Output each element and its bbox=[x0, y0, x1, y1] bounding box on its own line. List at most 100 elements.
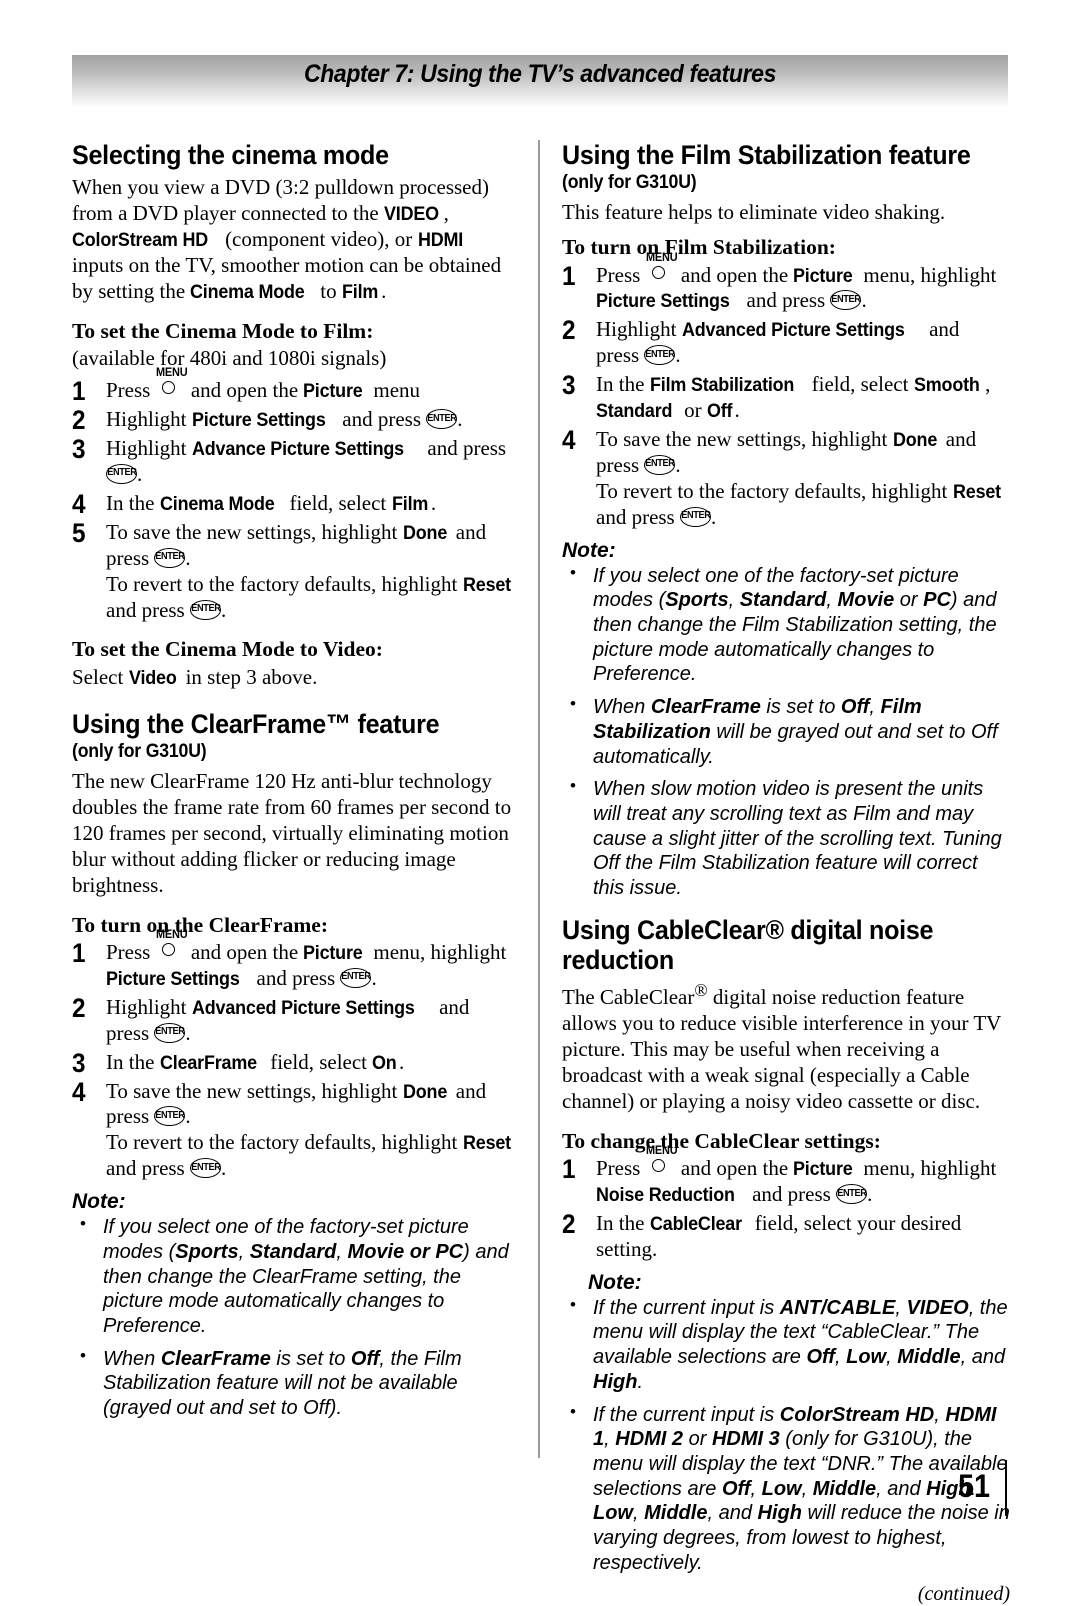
cinema-mode-video-line: Select Video in step 3 above. bbox=[72, 665, 522, 691]
step-text: field, select bbox=[264, 1049, 373, 1074]
menu-icon-circle bbox=[651, 1159, 665, 1173]
step-text: Highlight bbox=[596, 317, 682, 342]
step-number: 2 bbox=[72, 992, 86, 1023]
notes-cableclear: If the current input is ANT/CABLE, VIDEO… bbox=[562, 1295, 1010, 1576]
step-text: and press bbox=[106, 597, 185, 622]
chapter-title: Chapter 7: Using the TV’s advanced featu… bbox=[303, 60, 777, 88]
term-off: Off bbox=[350, 1347, 380, 1370]
steps-clearframe: 1 Press MENU and open the Picture menu, h… bbox=[72, 929, 522, 1182]
step-text: In the bbox=[106, 490, 160, 515]
step-text: In the bbox=[596, 1210, 650, 1235]
term-cableclear: CableClear bbox=[649, 1212, 742, 1235]
body-text: in step 3 above. bbox=[180, 664, 318, 689]
note-text: , bbox=[336, 1240, 348, 1263]
step-text: Press bbox=[106, 378, 151, 403]
term-cinema-mode: Cinema Mode bbox=[159, 492, 275, 515]
enter-icon[interactable]: ENTER bbox=[189, 1158, 221, 1179]
page-number-rule bbox=[1005, 1460, 1007, 1516]
note-text: If the current input is bbox=[593, 1296, 780, 1319]
term-low: Low bbox=[846, 1346, 887, 1369]
term-hdmi-3: HDMI 3 bbox=[711, 1428, 780, 1451]
step-text: . bbox=[371, 965, 377, 990]
term-clearframe: ClearFrame bbox=[159, 1051, 257, 1074]
step-text: To revert to the factory defaults, highl… bbox=[106, 571, 463, 596]
enter-icon[interactable]: ENTER bbox=[830, 290, 862, 311]
section-heading-cinema-mode: Selecting the cinema mode bbox=[72, 140, 389, 170]
note-text: , bbox=[886, 1346, 898, 1369]
step-text: . bbox=[675, 343, 681, 368]
body-text: The CableClear bbox=[562, 985, 695, 1010]
menu-icon-circle bbox=[651, 265, 665, 279]
enter-icon[interactable]: ENTER bbox=[154, 1106, 186, 1127]
step-text: menu bbox=[368, 378, 421, 403]
enter-icon[interactable]: ENTER bbox=[644, 454, 676, 475]
term-off: Off bbox=[806, 1346, 835, 1369]
term-cinema-mode: Cinema Mode bbox=[190, 280, 306, 303]
menu-icon[interactable]: MENU bbox=[646, 252, 677, 282]
note-text: or bbox=[894, 589, 924, 612]
menu-icon-circle bbox=[161, 381, 175, 395]
term-middle: Middle bbox=[897, 1346, 961, 1369]
term-done: Done bbox=[892, 429, 937, 452]
enter-icon[interactable]: ENTER bbox=[154, 547, 186, 568]
enter-icon[interactable]: ENTER bbox=[644, 345, 676, 366]
note-text: , bbox=[826, 589, 838, 612]
menu-icon[interactable]: MENU bbox=[156, 367, 187, 397]
step-item: 4 In the Cinema Mode field, select Film. bbox=[72, 489, 522, 519]
step-number: 4 bbox=[72, 1076, 86, 1107]
term-clearframe: ClearFrame bbox=[160, 1347, 271, 1370]
enter-icon[interactable]: ENTER bbox=[836, 1184, 868, 1205]
menu-icon-label: MENU bbox=[155, 928, 188, 941]
menu-icon[interactable]: MENU bbox=[646, 1145, 677, 1175]
intro-text-part6: . bbox=[381, 278, 387, 303]
step-text: and press bbox=[746, 1182, 831, 1207]
section-heading-film-stabilization: Using the Film Stabilization feature bbox=[562, 140, 971, 170]
step-item: 2 Highlight Picture Settings and press EN… bbox=[72, 405, 522, 435]
step-continuation: To revert to the factory defaults, highl… bbox=[106, 1130, 522, 1182]
step-text: To save the new settings, highlight bbox=[596, 427, 893, 452]
step-text: . bbox=[710, 504, 717, 529]
term-picture: Picture bbox=[793, 264, 853, 287]
term-hdmi-2: HDMI 2 bbox=[615, 1428, 684, 1451]
menu-icon[interactable]: MENU bbox=[156, 929, 187, 959]
step-text: . bbox=[185, 1020, 191, 1045]
term-smooth: Smooth bbox=[913, 374, 980, 397]
step-item: 5 To save the new settings, highlight Don… bbox=[72, 518, 522, 624]
note-text: is set to bbox=[270, 1347, 351, 1370]
subheading-turn-on-film-stabilization: To turn on Film Stabilization: bbox=[562, 235, 836, 260]
step-text: field, select bbox=[284, 490, 392, 515]
step-text: . bbox=[220, 597, 227, 622]
step-text: . bbox=[457, 407, 463, 432]
cinema-mode-availability: (available for 480i and 1080i signals) bbox=[72, 346, 387, 371]
enter-icon[interactable]: ENTER bbox=[106, 463, 137, 484]
note-text: , and bbox=[876, 1477, 927, 1500]
subheading-change-cableclear-settings: To change the CableClear settings: bbox=[562, 1128, 881, 1153]
step-text: Highlight bbox=[106, 435, 192, 460]
step-text: Press bbox=[106, 939, 151, 964]
term-reset: Reset bbox=[952, 480, 1001, 503]
step-text: To save the new settings, highlight bbox=[106, 1078, 403, 1103]
step-text: , bbox=[985, 372, 991, 397]
note-item: If you select one of the factory-set pic… bbox=[72, 1214, 522, 1338]
step-text: . bbox=[220, 1156, 227, 1181]
note-text: , bbox=[869, 696, 881, 719]
enter-icon[interactable]: ENTER bbox=[154, 1022, 186, 1043]
section-heading-cableclear: Using CableClear® digital noise reductio… bbox=[562, 914, 934, 975]
term-middle: Middle bbox=[812, 1477, 877, 1500]
enter-icon[interactable]: ENTER bbox=[679, 506, 711, 527]
term-done: Done bbox=[402, 1080, 447, 1103]
step-text: and press bbox=[106, 1156, 185, 1181]
note-item: If you select one of the factory-set pic… bbox=[562, 563, 1010, 687]
note-text: When bbox=[103, 1347, 161, 1370]
enter-icon[interactable]: ENTER bbox=[340, 967, 372, 988]
step-number: 3 bbox=[72, 433, 86, 464]
notes-clearframe: If you select one of the factory-set pic… bbox=[72, 1214, 522, 1421]
step-text: . bbox=[734, 398, 740, 423]
step-text: In the bbox=[106, 1049, 160, 1074]
term-film: Film bbox=[391, 492, 428, 515]
term-on: On bbox=[372, 1051, 397, 1074]
enter-icon[interactable]: ENTER bbox=[426, 409, 458, 430]
step-item: 2 Highlight Advanced Picture Settings and… bbox=[72, 992, 522, 1047]
step-text: . bbox=[861, 288, 867, 313]
enter-icon[interactable]: ENTER bbox=[189, 599, 221, 620]
